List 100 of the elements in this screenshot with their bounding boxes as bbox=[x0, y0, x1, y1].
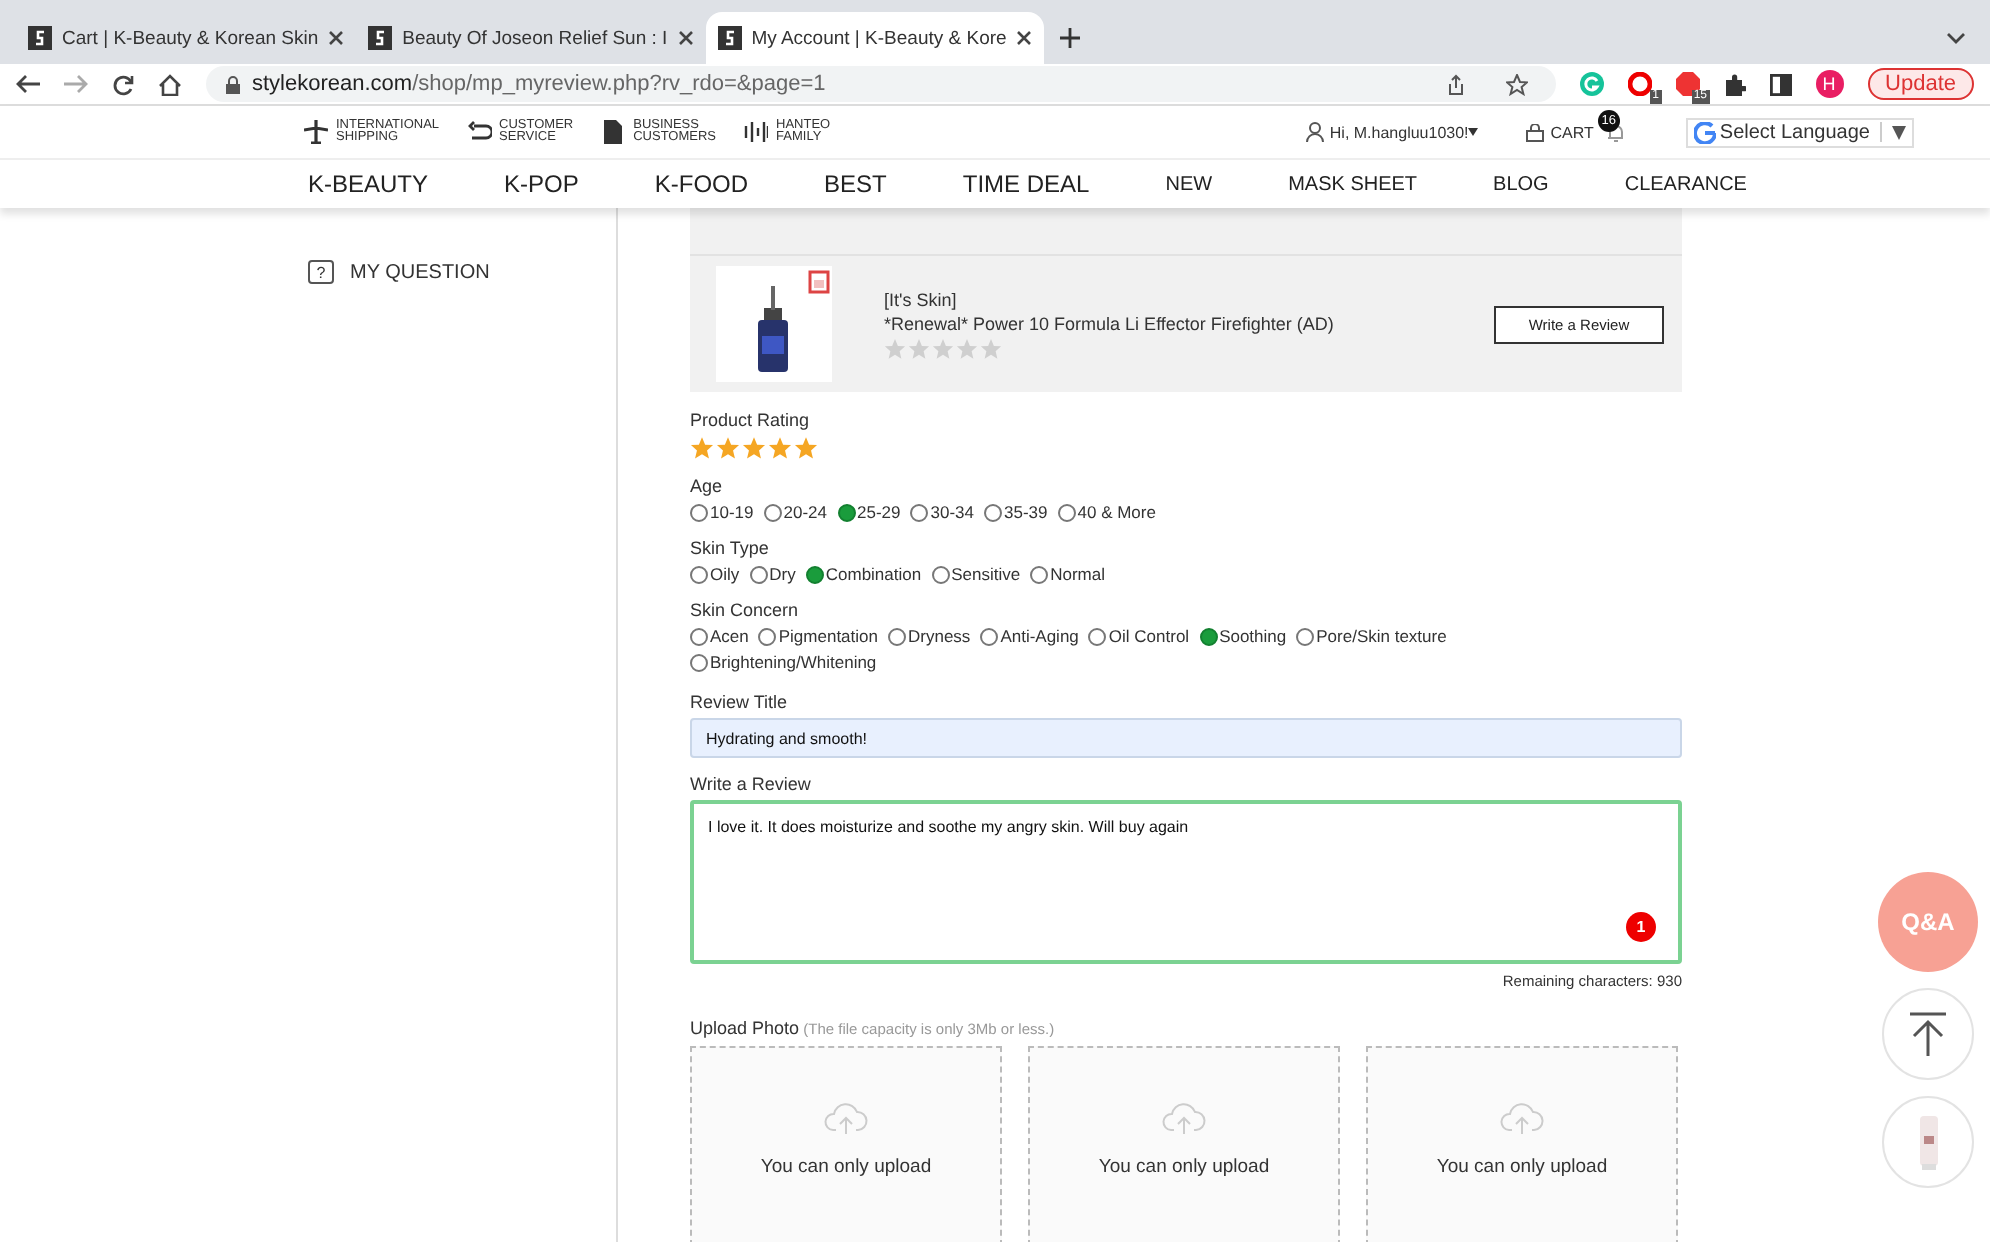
bookmark-star-icon[interactable] bbox=[1505, 73, 1528, 95]
radio-button[interactable] bbox=[690, 503, 708, 521]
radio-button[interactable] bbox=[984, 503, 1002, 521]
field-label: Review Title bbox=[690, 692, 790, 712]
cloud-upload-icon bbox=[1500, 1100, 1544, 1136]
cloud-upload-icon bbox=[1162, 1100, 1206, 1136]
caret-icon[interactable] bbox=[1468, 128, 1479, 136]
google-icon bbox=[1693, 121, 1716, 143]
nav-link[interactable]: BLOG bbox=[1493, 173, 1549, 195]
radio-label[interactable]: 25-29 bbox=[857, 502, 901, 522]
document-icon[interactable] bbox=[601, 120, 626, 144]
nav-link[interactable]: TIME DEAL bbox=[962, 170, 1090, 198]
airplane-icon[interactable] bbox=[304, 120, 328, 144]
sidebar-item[interactable]: MY QUESTION bbox=[350, 261, 490, 283]
close-icon[interactable] bbox=[328, 30, 345, 46]
nav-link[interactable]: CLEARANCE bbox=[1624, 173, 1747, 195]
radio-button[interactable] bbox=[980, 627, 999, 645]
nav-link[interactable]: K-POP bbox=[504, 170, 579, 198]
photo-upload-box[interactable]: You can only upload bbox=[1366, 1046, 1678, 1242]
radio-label[interactable]: 35-39 bbox=[1004, 502, 1048, 522]
puzzle-icon[interactable] bbox=[1723, 73, 1746, 95]
browser-tab[interactable]: My Account | K-Beauty & Kore bbox=[705, 12, 1045, 64]
radio-label[interactable]: Oily bbox=[710, 564, 740, 584]
radio-label[interactable]: Dryness bbox=[908, 626, 971, 646]
filled-star-icon bbox=[716, 436, 740, 460]
radio-label[interactable]: Pigmentation bbox=[778, 626, 878, 646]
radio-button[interactable] bbox=[1296, 627, 1315, 645]
close-icon[interactable] bbox=[1016, 30, 1033, 46]
radio-button[interactable] bbox=[837, 503, 855, 521]
extension-icon[interactable] bbox=[1627, 72, 1652, 96]
bag-icon[interactable] bbox=[1526, 123, 1545, 141]
home-icon[interactable] bbox=[158, 73, 182, 95]
radio-button[interactable] bbox=[758, 627, 777, 645]
radio-label[interactable]: 40 & More bbox=[1077, 502, 1156, 522]
share-icon[interactable] bbox=[1445, 73, 1466, 95]
user-icon[interactable] bbox=[1305, 122, 1324, 142]
filled-star-icon bbox=[690, 436, 714, 460]
radio-button[interactable] bbox=[690, 627, 708, 645]
radio-button[interactable] bbox=[1199, 627, 1218, 645]
filled-star-icon bbox=[768, 436, 792, 460]
radio-button[interactable] bbox=[931, 565, 950, 583]
product-name[interactable]: *Renewal* Power 10 Formula Li Effector Firefighter (AD) bbox=[884, 313, 1494, 333]
radio-button[interactable] bbox=[1057, 503, 1076, 521]
radio-button[interactable] bbox=[690, 565, 708, 583]
radio-label[interactable]: Dry bbox=[769, 564, 796, 584]
language-select[interactable]: Select Language bbox=[1685, 117, 1914, 147]
address-bar[interactable]: stylekorean.com/shop/mp_myreview.php?rv_rdo=&page=1 bbox=[206, 66, 1556, 102]
radio-button[interactable] bbox=[749, 565, 768, 583]
radio-button[interactable] bbox=[763, 503, 782, 521]
radio-label[interactable]: 10-19 bbox=[710, 502, 754, 522]
radio-label[interactable]: 20-24 bbox=[783, 502, 827, 522]
nav-link[interactable]: MASK SHEET bbox=[1288, 173, 1418, 195]
browser-tab[interactable]: Cart | K-Beauty & Korean Skin bbox=[16, 12, 357, 64]
field-label: Write a Review bbox=[690, 774, 813, 794]
field-label: Age bbox=[690, 476, 725, 496]
radio-button[interactable] bbox=[690, 653, 708, 671]
field-label: Product Rating bbox=[690, 410, 812, 430]
bars-icon[interactable] bbox=[744, 120, 769, 144]
cart-link[interactable]: CART bbox=[1550, 123, 1594, 141]
close-icon[interactable] bbox=[677, 30, 694, 46]
account-menu[interactable]: Hi, M.hangluu1030! bbox=[1329, 123, 1469, 141]
nav-link[interactable]: K-FOOD bbox=[654, 170, 749, 198]
radio-label[interactable]: 30-34 bbox=[930, 502, 974, 522]
radio-button[interactable] bbox=[1030, 565, 1049, 583]
filled-star-icon bbox=[742, 436, 766, 460]
browser-tab[interactable]: Beauty Of Joseon Relief Sun : I bbox=[356, 12, 706, 64]
radio-label[interactable]: Sensitive bbox=[951, 564, 1021, 584]
nav-link[interactable]: K-BEAUTY bbox=[308, 170, 429, 198]
radio-label[interactable]: Normal bbox=[1050, 564, 1106, 584]
photo-upload-box[interactable]: You can only upload bbox=[1028, 1046, 1340, 1242]
radio-label[interactable]: Anti-Aging bbox=[1000, 626, 1079, 646]
grammar-badge[interactable]: 1 bbox=[1626, 912, 1656, 942]
chevron-down-icon[interactable] bbox=[1946, 32, 1966, 44]
radio-label[interactable]: Brightening/Whitening bbox=[710, 652, 877, 672]
reload-icon[interactable] bbox=[112, 73, 134, 95]
radio-button[interactable] bbox=[910, 503, 929, 521]
photo-upload-box[interactable]: You can only upload bbox=[690, 1046, 1002, 1242]
filled-star-icon bbox=[794, 436, 818, 460]
radio-label[interactable]: Soothing bbox=[1219, 626, 1287, 646]
update-button[interactable]: Update bbox=[1867, 68, 1974, 100]
radio-label[interactable]: Acen bbox=[710, 626, 749, 646]
radio-label[interactable]: Pore/Skin texture bbox=[1316, 626, 1447, 646]
side-panel-icon[interactable] bbox=[1769, 73, 1792, 95]
cloud-upload-icon bbox=[824, 1100, 868, 1136]
profile-avatar[interactable]: H bbox=[1815, 70, 1844, 98]
question-icon: ? bbox=[308, 260, 334, 284]
back-icon[interactable] bbox=[16, 74, 40, 94]
bell-icon[interactable] bbox=[1605, 122, 1626, 142]
radio-label[interactable]: Combination bbox=[825, 564, 922, 584]
nav-link[interactable]: BEST bbox=[824, 170, 887, 198]
radio-button[interactable] bbox=[888, 627, 906, 645]
radio-label[interactable]: Oil Control bbox=[1108, 626, 1190, 646]
radio-button[interactable] bbox=[805, 565, 824, 583]
radio-button[interactable] bbox=[1088, 627, 1107, 645]
return-arrow-icon[interactable] bbox=[467, 120, 492, 144]
nav-link[interactable]: NEW bbox=[1165, 173, 1213, 195]
new-tab-icon[interactable] bbox=[1060, 28, 1081, 48]
review-title-field[interactable]: Hydrating and smooth! bbox=[690, 718, 1682, 758]
back-to-top-button[interactable] bbox=[1882, 988, 1974, 1080]
review-text-area[interactable]: I love it. It does moisturize and soothe my angry skin. Will buy again 1 bbox=[690, 800, 1682, 964]
